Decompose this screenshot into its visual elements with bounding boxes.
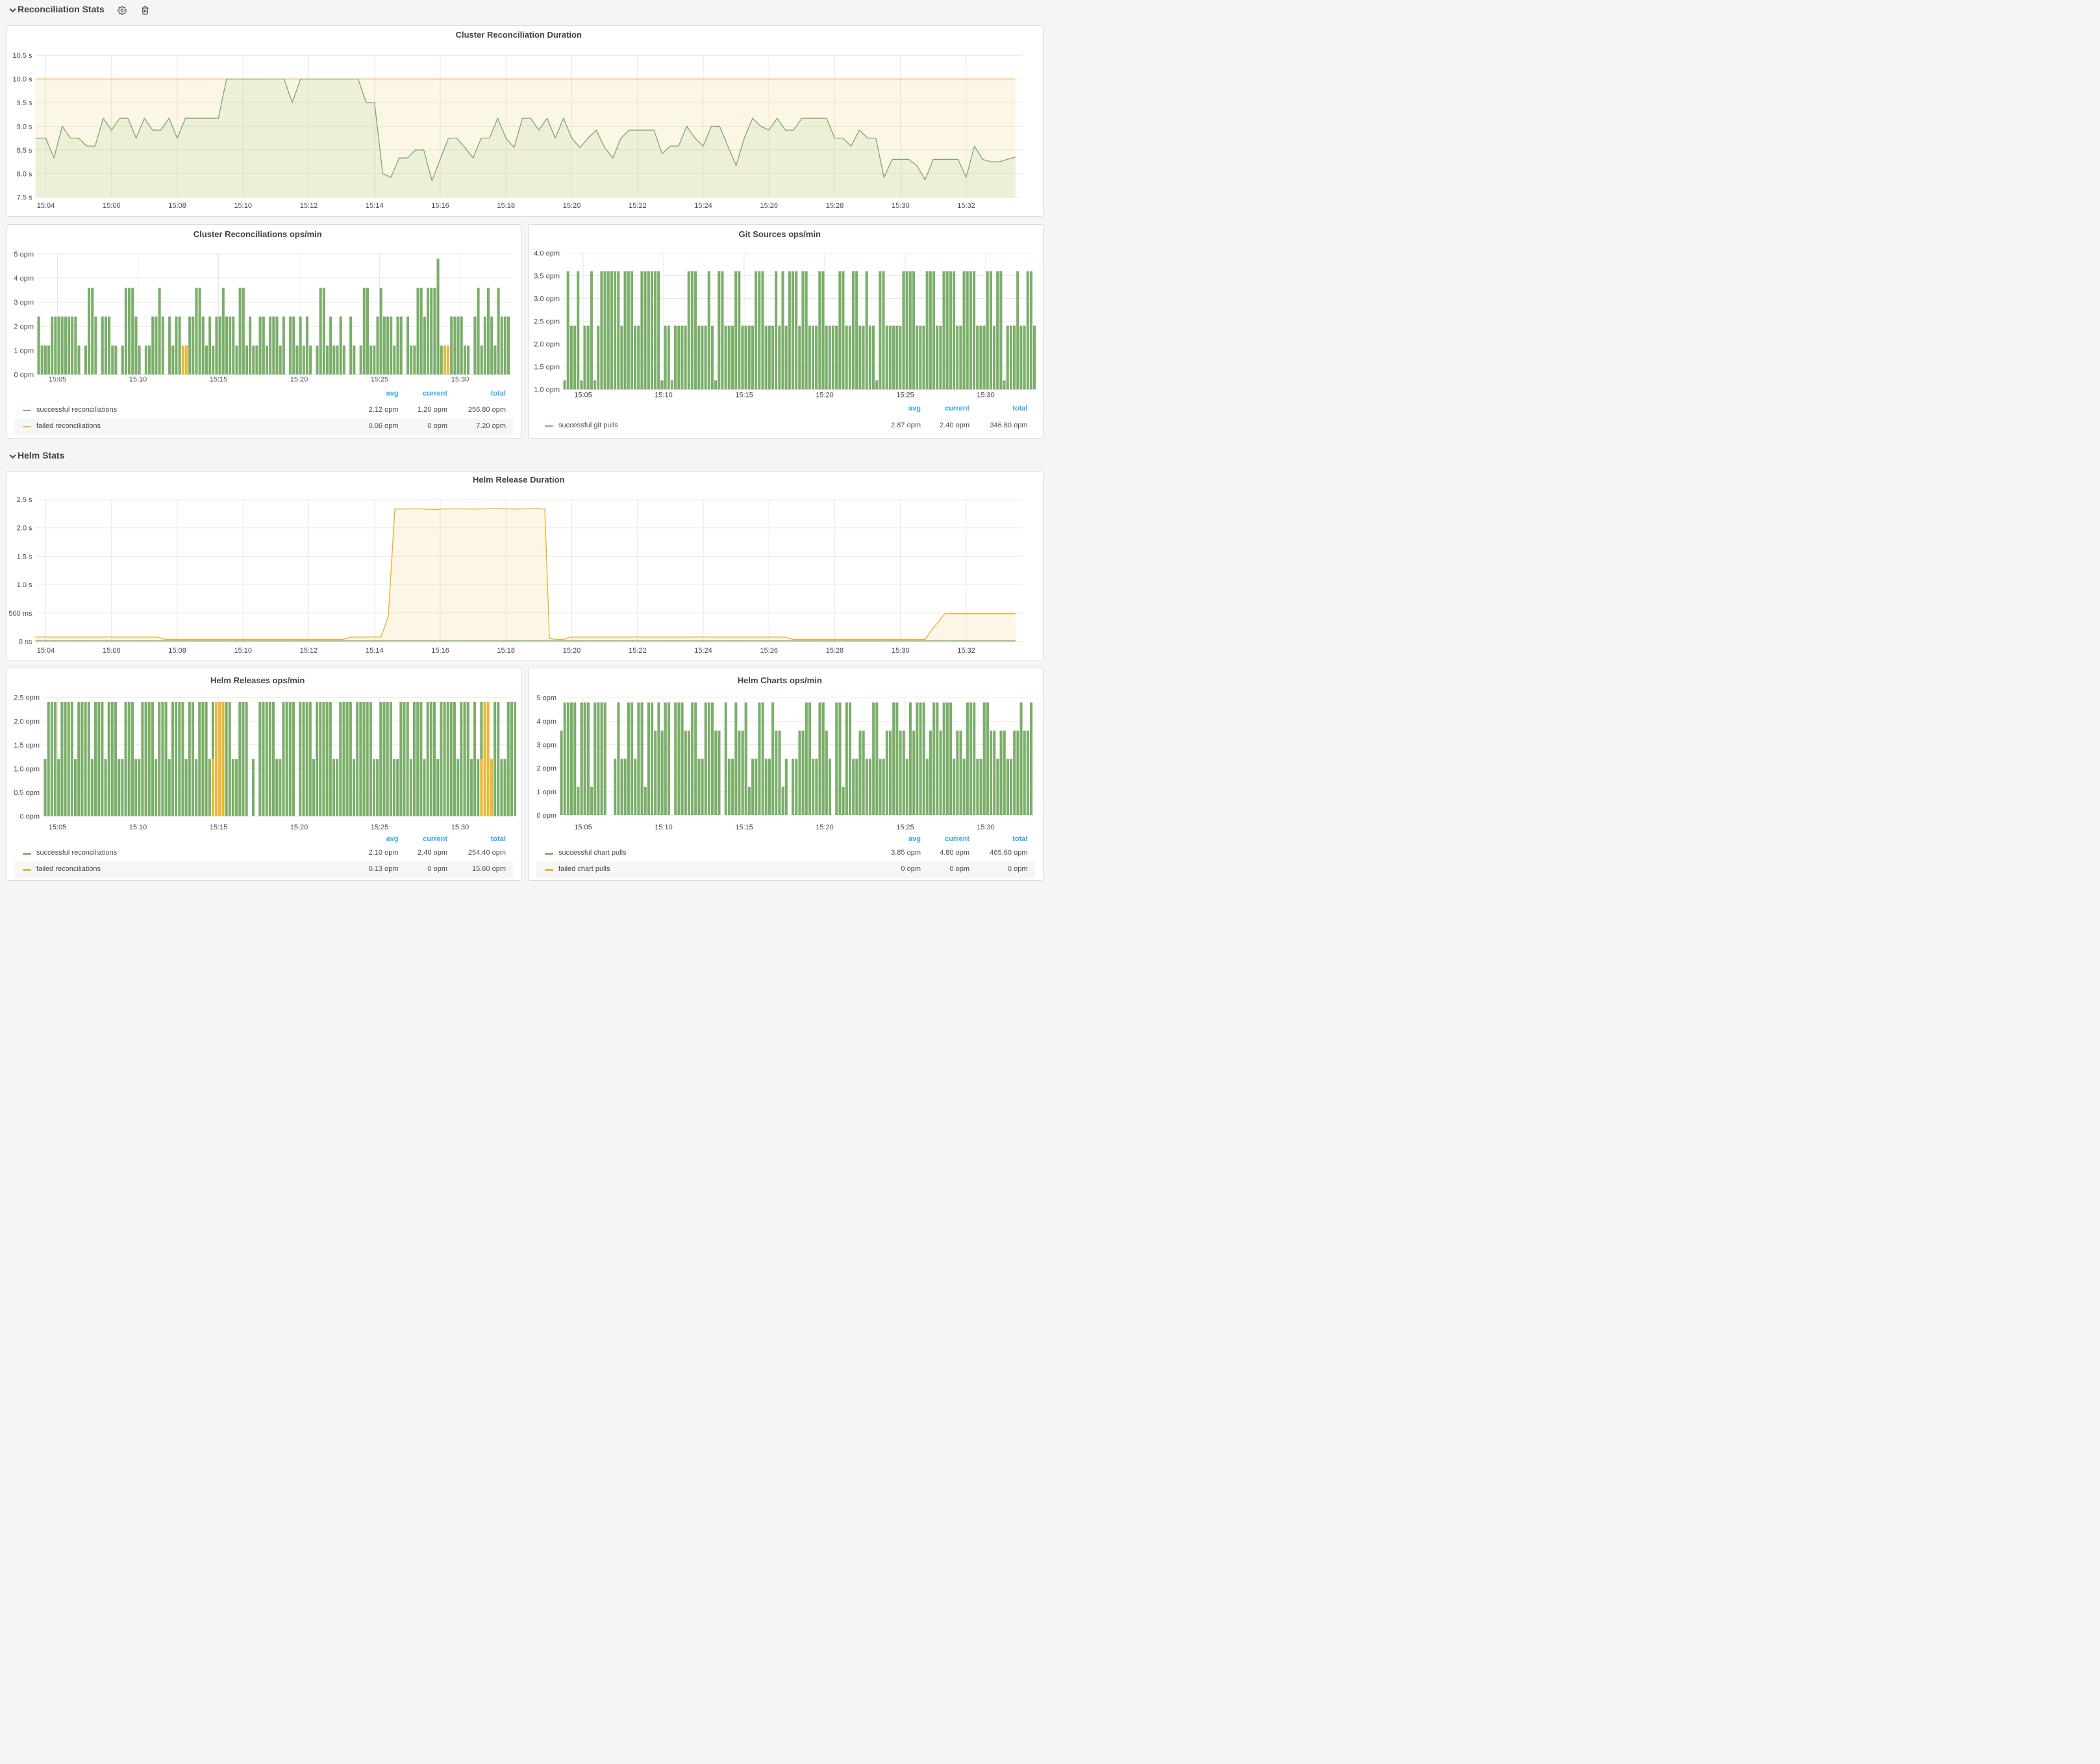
svg-text:0 opm: 0 opm	[536, 812, 556, 820]
svg-text:15:08: 15:08	[168, 202, 186, 210]
svg-text:15:20: 15:20	[816, 392, 834, 399]
svg-text:3.0 opm: 3.0 opm	[534, 296, 560, 303]
svg-text:7.5 s: 7.5 s	[16, 194, 32, 202]
svg-text:15:20: 15:20	[816, 824, 834, 831]
svg-text:15:25: 15:25	[370, 376, 388, 384]
svg-text:15:30: 15:30	[977, 392, 995, 399]
svg-text:15:15: 15:15	[735, 392, 753, 399]
svg-text:15:24: 15:24	[694, 202, 712, 210]
svg-text:0 opm: 0 opm	[19, 813, 40, 821]
svg-text:15:04: 15:04	[36, 647, 55, 655]
svg-text:5 opm: 5 opm	[536, 694, 556, 702]
svg-text:1.0 opm: 1.0 opm	[14, 765, 40, 773]
svg-text:2.5 opm: 2.5 opm	[14, 694, 40, 702]
svg-text:15:30: 15:30	[892, 202, 910, 210]
svg-text:15:12: 15:12	[299, 202, 318, 210]
svg-text:15:30: 15:30	[977, 824, 995, 831]
svg-text:15:20: 15:20	[290, 824, 308, 831]
svg-text:15:12: 15:12	[299, 647, 318, 655]
svg-text:2 opm: 2 opm	[14, 323, 34, 331]
svg-text:15:08: 15:08	[168, 647, 186, 655]
svg-text:15:10: 15:10	[655, 824, 673, 831]
svg-text:15:30: 15:30	[451, 824, 469, 831]
svg-text:15:05: 15:05	[48, 376, 66, 384]
svg-text:15:15: 15:15	[209, 376, 227, 384]
svg-text:15:20: 15:20	[290, 376, 308, 384]
svg-text:15:25: 15:25	[370, 824, 388, 831]
svg-text:15:04: 15:04	[36, 202, 55, 210]
svg-text:15:10: 15:10	[234, 647, 252, 655]
svg-text:15:14: 15:14	[366, 202, 384, 210]
svg-text:15:20: 15:20	[562, 647, 581, 655]
svg-text:1.5 s: 1.5 s	[16, 553, 32, 561]
svg-text:1.5 opm: 1.5 opm	[14, 742, 40, 750]
svg-text:15:22: 15:22	[629, 647, 647, 655]
svg-text:15:15: 15:15	[209, 824, 227, 831]
svg-text:15:05: 15:05	[574, 392, 592, 399]
svg-text:4 opm: 4 opm	[14, 275, 34, 283]
svg-text:15:22: 15:22	[629, 202, 647, 210]
svg-text:15:18: 15:18	[497, 202, 515, 210]
svg-text:15:10: 15:10	[129, 824, 147, 831]
svg-text:15:26: 15:26	[760, 647, 778, 655]
svg-text:15:25: 15:25	[896, 824, 914, 831]
svg-text:15:26: 15:26	[760, 202, 778, 210]
svg-text:3 opm: 3 opm	[536, 742, 556, 750]
svg-text:15:28: 15:28	[825, 202, 844, 210]
svg-text:4.0 opm: 4.0 opm	[534, 250, 560, 258]
svg-text:10.5 s: 10.5 s	[12, 52, 32, 60]
svg-text:15:25: 15:25	[896, 392, 914, 399]
svg-text:3.5 opm: 3.5 opm	[534, 273, 560, 281]
svg-text:0 ns: 0 ns	[18, 638, 32, 646]
svg-text:15:16: 15:16	[431, 647, 449, 655]
svg-text:15:06: 15:06	[103, 647, 121, 655]
svg-text:10.0 s: 10.0 s	[12, 76, 32, 84]
svg-text:1 opm: 1 opm	[536, 788, 556, 796]
svg-text:9.0 s: 9.0 s	[16, 123, 32, 131]
svg-text:4 opm: 4 opm	[536, 718, 556, 725]
svg-text:2.5 opm: 2.5 opm	[534, 318, 560, 326]
svg-text:15:05: 15:05	[574, 824, 592, 831]
svg-text:15:10: 15:10	[655, 392, 673, 399]
svg-text:0.5 opm: 0.5 opm	[14, 789, 40, 797]
svg-text:2 opm: 2 opm	[536, 765, 556, 773]
svg-text:15:30: 15:30	[892, 647, 910, 655]
svg-text:15:32: 15:32	[957, 647, 975, 655]
svg-text:1.0 opm: 1.0 opm	[534, 386, 560, 394]
svg-text:15:18: 15:18	[497, 647, 515, 655]
svg-text:3 opm: 3 opm	[14, 299, 34, 307]
svg-text:2.0 opm: 2.0 opm	[14, 718, 40, 725]
svg-text:15:10: 15:10	[129, 376, 147, 384]
svg-text:15:06: 15:06	[103, 202, 121, 210]
svg-text:15:16: 15:16	[431, 202, 449, 210]
svg-text:15:30: 15:30	[451, 376, 469, 384]
svg-text:0 opm: 0 opm	[14, 372, 34, 379]
svg-text:2.0 opm: 2.0 opm	[534, 341, 560, 349]
svg-text:15:24: 15:24	[694, 647, 712, 655]
svg-text:1 opm: 1 opm	[14, 347, 34, 355]
svg-text:15:20: 15:20	[562, 202, 581, 210]
svg-text:9.5 s: 9.5 s	[16, 99, 32, 107]
svg-text:8.5 s: 8.5 s	[16, 147, 32, 155]
svg-text:1.5 opm: 1.5 opm	[534, 364, 560, 372]
svg-text:15:15: 15:15	[735, 824, 753, 831]
svg-text:15:05: 15:05	[48, 824, 66, 831]
svg-text:15:14: 15:14	[366, 647, 384, 655]
svg-text:8.0 s: 8.0 s	[16, 171, 32, 179]
svg-text:15:32: 15:32	[957, 202, 975, 210]
svg-text:500 ms: 500 ms	[8, 609, 32, 617]
svg-text:2.0 s: 2.0 s	[16, 524, 32, 532]
svg-text:15:10: 15:10	[234, 202, 252, 210]
svg-text:15:28: 15:28	[825, 647, 844, 655]
svg-text:2.5 s: 2.5 s	[16, 496, 32, 504]
svg-text:5 opm: 5 opm	[14, 251, 34, 258]
svg-text:1.0 s: 1.0 s	[16, 581, 32, 589]
